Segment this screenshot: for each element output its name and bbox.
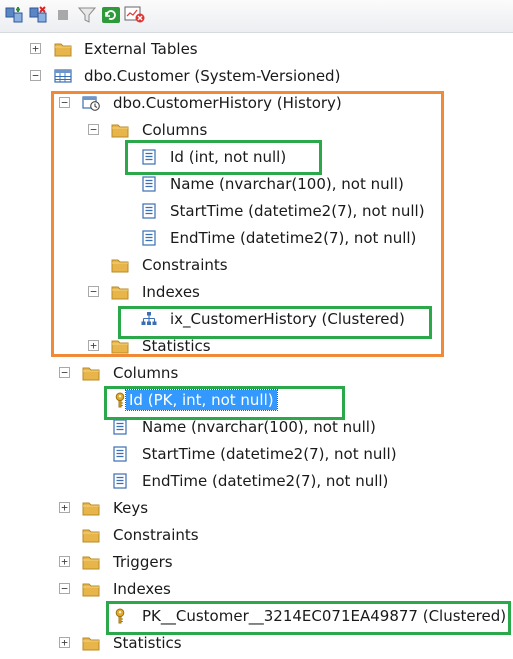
folder-icon	[111, 122, 129, 138]
column-icon	[140, 176, 158, 192]
tree-node-history-constraints[interactable]: Constraints	[0, 252, 513, 279]
history-table-icon	[82, 95, 100, 111]
stop-icon[interactable]	[52, 4, 74, 26]
tree-node-external-tables[interactable]: + External Tables	[0, 36, 513, 63]
node-label: PK__Customer__3214EC071EA49877 (Clustere…	[142, 607, 507, 625]
index-icon	[140, 311, 158, 327]
node-label: Triggers	[113, 553, 173, 571]
tree-node-constraints[interactable]: Constraints	[0, 522, 513, 549]
node-label: Name (nvarchar(100), not null)	[170, 175, 404, 193]
collapse-toggle[interactable]: −	[88, 286, 99, 297]
tree-node-indexes[interactable]: − Indexes	[0, 576, 513, 603]
tree-node-history-columns[interactable]: − Columns	[0, 117, 513, 144]
node-label: Indexes	[113, 580, 171, 598]
column-icon	[111, 419, 129, 435]
activity-monitor-icon[interactable]	[124, 4, 146, 26]
expand-toggle[interactable]: +	[59, 502, 70, 513]
object-explorer-toolbar	[0, 0, 513, 33]
tree-node-keys[interactable]: + Keys	[0, 495, 513, 522]
node-label: Statistics	[113, 634, 182, 652]
collapse-toggle[interactable]: −	[88, 124, 99, 135]
node-label: dbo.CustomerHistory (History)	[113, 94, 342, 112]
tree-node-customer-table[interactable]: − dbo.Customer (System-Versioned)	[0, 63, 513, 90]
node-label: dbo.Customer (System-Versioned)	[84, 67, 341, 85]
node-label: Constraints	[113, 526, 199, 544]
node-label: EndTime (datetime2(7), not null)	[170, 229, 417, 247]
folder-icon	[54, 41, 72, 57]
folder-icon	[82, 500, 100, 516]
column-icon	[111, 446, 129, 462]
tree-node-history-column-id[interactable]: Id (int, not null)	[0, 144, 513, 171]
expand-toggle[interactable]: +	[30, 43, 41, 54]
refresh-icon[interactable]	[100, 4, 122, 26]
folder-icon	[111, 257, 129, 273]
connect-object-explorer-icon[interactable]	[4, 4, 26, 26]
node-label: ix_CustomerHistory (Clustered)	[170, 310, 405, 328]
tree-node-pk-index[interactable]: PK__Customer__3214EC071EA49877 (Clustere…	[0, 603, 513, 630]
folder-icon	[111, 338, 129, 354]
expand-toggle[interactable]: +	[59, 637, 70, 648]
node-label: Columns	[142, 121, 208, 139]
folder-icon	[82, 365, 100, 381]
expand-toggle[interactable]: +	[59, 556, 70, 567]
tree-node-history-index[interactable]: ix_CustomerHistory (Clustered)	[0, 306, 513, 333]
filter-icon[interactable]	[76, 4, 98, 26]
tree-node-history-column-name[interactable]: Name (nvarchar(100), not null)	[0, 171, 513, 198]
node-label: StartTime (datetime2(7), not null)	[170, 202, 425, 220]
node-label-selected: Id (PK, int, not null)	[125, 389, 278, 411]
column-icon	[140, 149, 158, 165]
column-icon	[140, 203, 158, 219]
disconnect-icon[interactable]	[28, 4, 50, 26]
table-icon	[54, 68, 72, 84]
expand-toggle[interactable]: +	[88, 340, 99, 351]
folder-icon	[82, 635, 100, 651]
column-icon	[111, 473, 129, 489]
node-label: Name (nvarchar(100), not null)	[142, 418, 376, 436]
primary-key-icon	[111, 608, 129, 624]
tree-node-triggers[interactable]: + Triggers	[0, 549, 513, 576]
tree-node-history-column-endtime[interactable]: EndTime (datetime2(7), not null)	[0, 225, 513, 252]
node-label: Statistics	[142, 337, 211, 355]
tree-node-column-endtime[interactable]: EndTime (datetime2(7), not null)	[0, 468, 513, 495]
tree-node-column-id[interactable]: Id (PK, int, not null)	[0, 387, 513, 414]
collapse-toggle[interactable]: −	[59, 367, 70, 378]
tree-node-columns[interactable]: − Columns	[0, 360, 513, 387]
collapse-toggle[interactable]: −	[59, 97, 70, 108]
collapse-toggle[interactable]: −	[30, 70, 41, 81]
node-label: Columns	[113, 364, 179, 382]
folder-icon	[111, 284, 129, 300]
column-icon	[140, 230, 158, 246]
tree-node-history-column-starttime[interactable]: StartTime (datetime2(7), not null)	[0, 198, 513, 225]
tree-node-column-name[interactable]: Name (nvarchar(100), not null)	[0, 414, 513, 441]
node-label: Keys	[113, 499, 149, 517]
tree-node-column-starttime[interactable]: StartTime (datetime2(7), not null)	[0, 441, 513, 468]
tree-node-history-table[interactable]: − dbo.CustomerHistory (History)	[0, 90, 513, 117]
folder-icon	[82, 581, 100, 597]
node-label: External Tables	[84, 40, 198, 58]
folder-icon	[82, 554, 100, 570]
tree-node-history-indexes[interactable]: − Indexes	[0, 279, 513, 306]
folder-icon	[82, 527, 100, 543]
node-label: Indexes	[142, 283, 200, 301]
object-explorer-tree: + External Tables − dbo.Customer (System…	[0, 32, 513, 659]
collapse-toggle[interactable]: −	[59, 583, 70, 594]
node-label: StartTime (datetime2(7), not null)	[142, 445, 397, 463]
node-label: EndTime (datetime2(7), not null)	[142, 472, 389, 490]
node-label: Id (int, not null)	[170, 148, 287, 166]
node-label: Constraints	[142, 256, 228, 274]
tree-node-history-statistics[interactable]: + Statistics	[0, 333, 513, 360]
tree-node-statistics[interactable]: + Statistics	[0, 630, 513, 657]
